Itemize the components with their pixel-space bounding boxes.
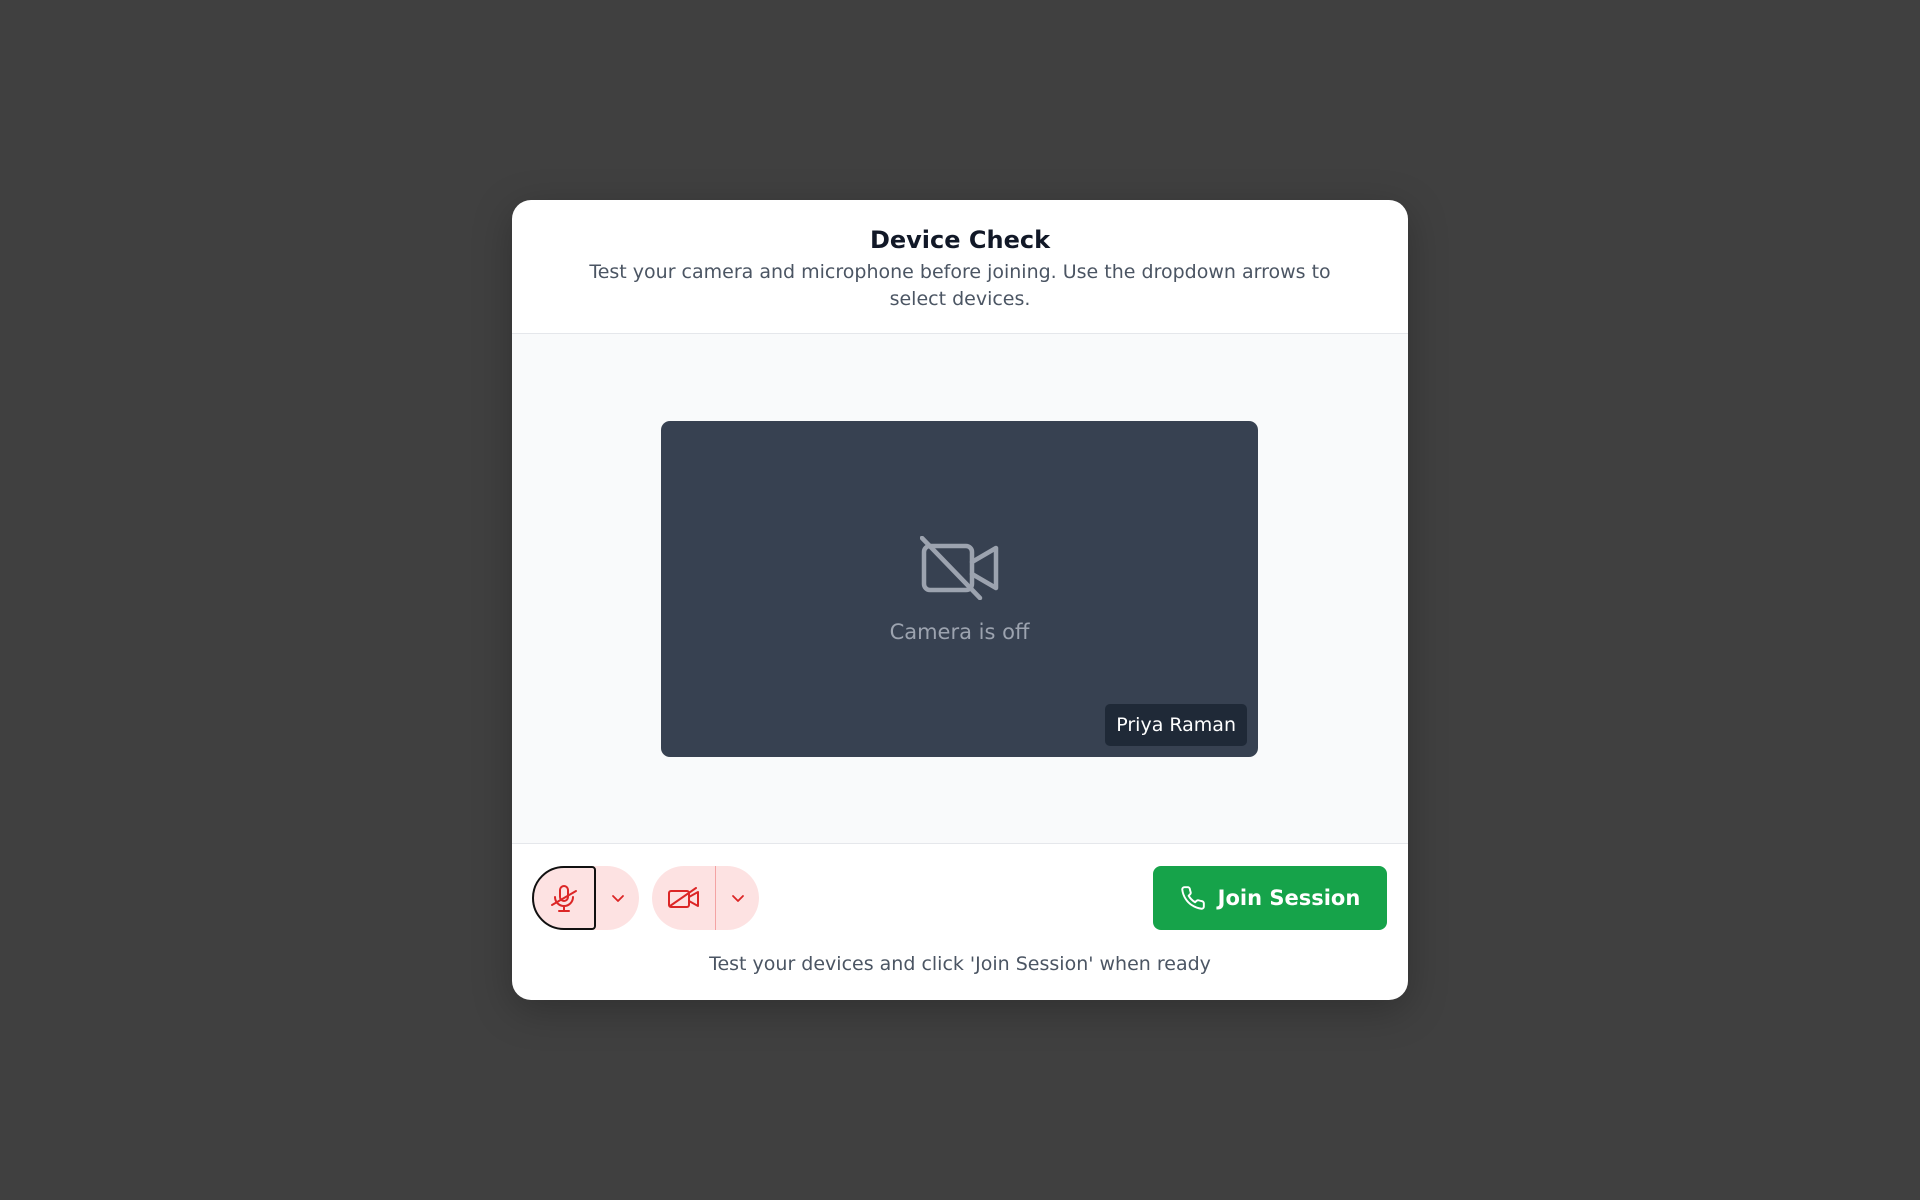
microphone-toggle-button[interactable] xyxy=(532,866,596,930)
microphone-control xyxy=(532,866,639,930)
video-preview: Camera is off Priya Raman xyxy=(661,421,1258,757)
dialog-header: Device Check Test your camera and microp… xyxy=(512,200,1408,334)
camera-device-dropdown[interactable] xyxy=(716,866,759,930)
ready-hint-text: Test your devices and click 'Join Sessio… xyxy=(709,953,1211,975)
device-check-dialog: Device Check Test your camera and microp… xyxy=(512,200,1408,1000)
dialog-title: Device Check xyxy=(869,226,1051,254)
dialog-subtitle: Test your camera and microphone before j… xyxy=(589,261,1331,310)
video-off-icon xyxy=(667,887,699,908)
controls-bar: Join Session Test your devices and click… xyxy=(512,845,1408,1000)
microphone-device-dropdown[interactable] xyxy=(596,866,639,930)
join-session-label: Join Session xyxy=(1217,886,1361,910)
preview-area: Camera is off Priya Raman xyxy=(512,334,1408,844)
phone-icon xyxy=(1180,886,1205,910)
chevron-down-icon xyxy=(731,895,744,902)
chevron-down-icon xyxy=(611,895,624,902)
participant-name-tag: Priya Raman xyxy=(1105,704,1247,746)
video-off-icon xyxy=(920,536,999,600)
camera-control xyxy=(652,866,759,930)
camera-toggle-button[interactable] xyxy=(652,866,716,930)
mic-off-icon xyxy=(551,885,577,912)
camera-off-text: Camera is off xyxy=(889,620,1030,644)
join-session-button[interactable]: Join Session xyxy=(1153,866,1387,930)
